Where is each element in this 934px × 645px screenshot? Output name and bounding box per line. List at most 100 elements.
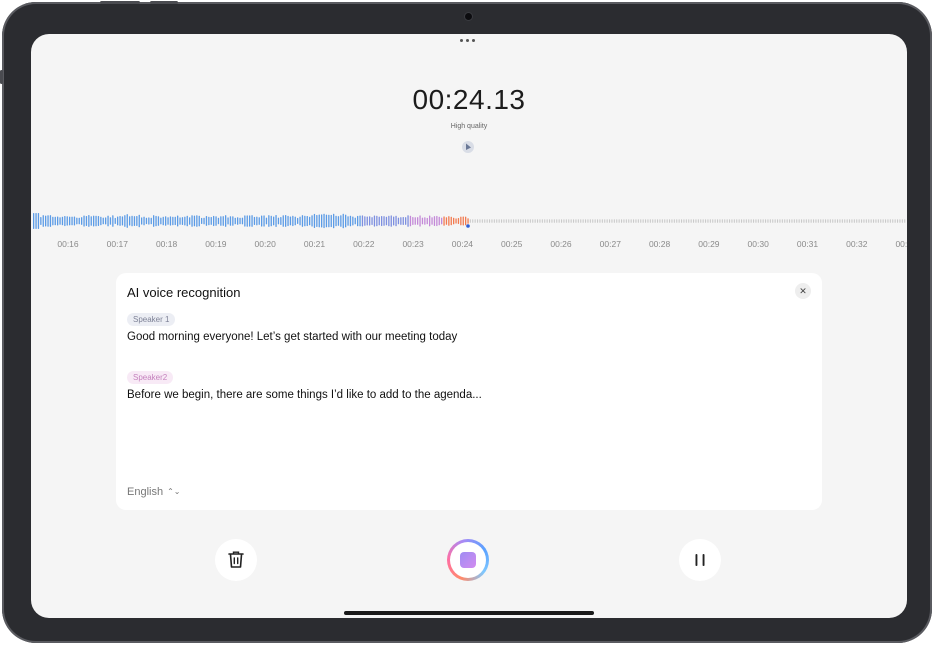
waveform-bar	[856, 219, 858, 223]
waveform-bar	[777, 219, 779, 223]
waveform-bar	[868, 219, 870, 223]
waveform-bar	[765, 219, 767, 223]
waveform-bar	[97, 216, 100, 226]
waveform-bar	[160, 217, 162, 225]
waveform-bar	[124, 215, 126, 227]
waveform-bar	[700, 219, 702, 223]
stop-record-button[interactable]	[447, 539, 489, 581]
waveform-bar	[237, 217, 239, 225]
waveform-bar	[52, 216, 54, 226]
waveform-bar	[748, 219, 750, 223]
home-indicator[interactable]	[344, 611, 594, 615]
waveform-bar	[904, 219, 906, 223]
waveform-bar	[333, 213, 335, 229]
waveform-bar	[498, 219, 500, 223]
waveform-bar	[808, 219, 810, 223]
waveform-bar	[196, 215, 198, 227]
waveform-bar	[234, 217, 236, 225]
language-selector[interactable]: English ⌃⌄	[127, 486, 180, 498]
waveform-bar	[877, 219, 879, 223]
waveform-bar	[378, 216, 380, 226]
waveform-bar	[405, 217, 407, 225]
language-label: English	[127, 486, 164, 498]
waveform-bar	[599, 219, 601, 223]
waveform-bar	[460, 216, 462, 226]
waveform-bar	[798, 219, 800, 223]
waveform-bar	[282, 215, 284, 227]
waveform-bar	[261, 215, 263, 227]
waveform-bar	[381, 216, 383, 227]
waveform-bar	[450, 216, 452, 226]
waveform-bar	[263, 215, 265, 227]
waveform-bar	[707, 219, 709, 223]
waveform-bar	[143, 216, 145, 226]
more-options-icon[interactable]	[460, 39, 475, 42]
waveform-bar	[328, 214, 330, 228]
waveform-bar	[316, 215, 318, 227]
waveform-bar	[323, 213, 325, 229]
waveform-bar	[359, 215, 361, 227]
waveform-bar	[54, 216, 56, 226]
waveform-bar	[733, 219, 735, 223]
waveform-bar	[861, 219, 863, 223]
waveform-bar	[297, 217, 299, 224]
waveform-bar	[503, 219, 505, 223]
waveform-bar	[229, 216, 232, 226]
waveform-bar	[429, 215, 431, 227]
waveform-bar	[611, 219, 613, 223]
waveform-bar	[318, 214, 320, 228]
waveform-bar	[433, 216, 436, 226]
waveform-bar	[803, 219, 805, 223]
waveform-bar	[623, 219, 625, 223]
waveform-bar	[762, 219, 764, 223]
waveform-bar	[630, 219, 632, 223]
waveform-bar	[162, 216, 164, 226]
waveform-bar	[407, 215, 409, 227]
waveform	[33, 141, 906, 229]
waveform-bar	[479, 219, 481, 223]
waveform-bar	[198, 215, 200, 227]
waveform-bar	[189, 217, 191, 225]
waveform-bar	[486, 219, 488, 223]
waveform-bar	[635, 219, 637, 223]
waveform-bar	[827, 219, 829, 223]
waveform-bar	[172, 216, 174, 226]
waveform-bar	[33, 213, 35, 229]
timeline-tick: 00:31	[796, 239, 819, 249]
waveform-bar	[513, 219, 515, 223]
waveform-bar	[678, 219, 680, 223]
ai-voice-recognition-panel: AI voice recognition ✕ Speaker 1 Good mo…	[116, 273, 822, 510]
waveform-bar	[865, 219, 867, 223]
waveform-bar	[205, 216, 208, 226]
waveform-bar	[522, 219, 524, 223]
waveform-bar	[753, 219, 755, 223]
waveform-bar	[741, 219, 743, 223]
pause-button[interactable]	[679, 539, 721, 581]
waveform-bar	[71, 216, 73, 226]
delete-button[interactable]	[215, 539, 257, 581]
waveform-bar	[419, 215, 421, 227]
waveform-bar	[537, 219, 539, 223]
waveform-bar	[330, 214, 332, 228]
waveform-bar	[114, 217, 116, 224]
waveform-bar	[352, 216, 354, 226]
waveform-bar	[505, 219, 507, 223]
waveform-bar	[256, 216, 258, 226]
waveform-bar	[697, 219, 699, 223]
waveform-bar	[258, 217, 260, 225]
waveform-bar	[541, 219, 543, 223]
waveform-bar	[520, 219, 522, 223]
waveform-bar	[863, 219, 865, 223]
waveform-bar	[549, 219, 551, 223]
waveform-bar	[496, 219, 498, 223]
timeline-tick: 00:21	[303, 239, 326, 249]
waveform-bar	[589, 219, 591, 223]
waveform-bar	[493, 219, 495, 223]
waveform-bar	[532, 219, 534, 223]
playhead-handle[interactable]	[462, 141, 474, 153]
waveform-bar	[244, 215, 246, 227]
close-icon[interactable]: ✕	[795, 283, 811, 299]
waveform-bar	[169, 216, 172, 226]
waveform-bar	[424, 217, 426, 225]
waveform-bar	[724, 219, 726, 223]
